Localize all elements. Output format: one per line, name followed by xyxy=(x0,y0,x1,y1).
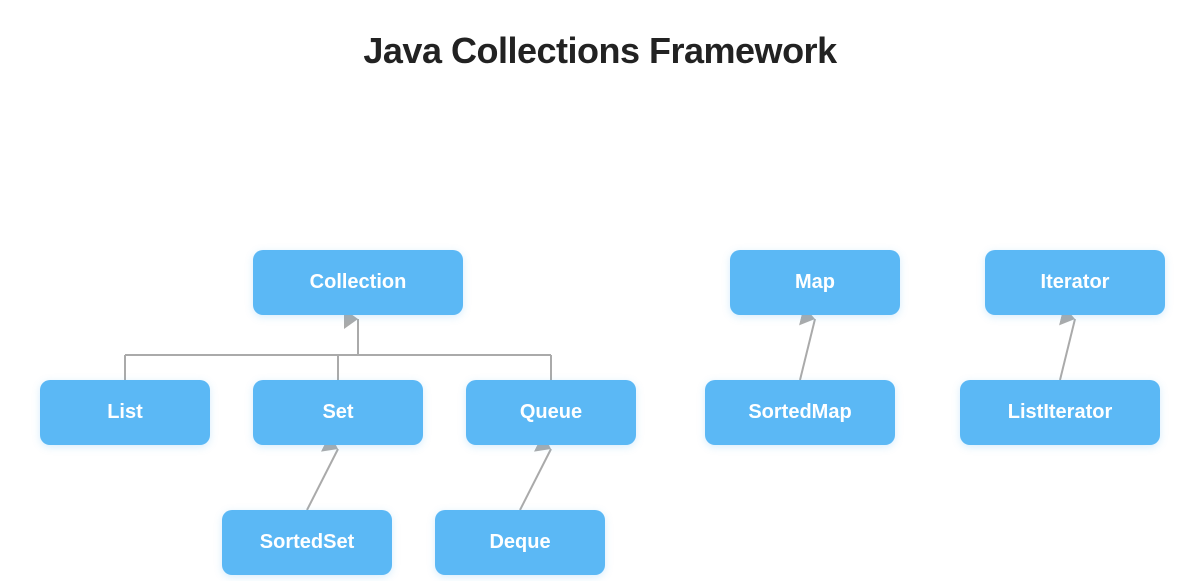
node-sortedmap: SortedMap xyxy=(705,380,895,445)
node-iterator: Iterator xyxy=(985,250,1165,315)
diagram-area: Collection List Set Queue SortedSet Deque Map S… xyxy=(0,110,1200,581)
node-collection: Collection xyxy=(253,250,463,315)
node-list: List xyxy=(40,380,210,445)
node-sortedset: SortedSet xyxy=(222,510,392,575)
node-deque: Deque xyxy=(435,510,605,575)
page-title: Java Collections Framework xyxy=(0,0,1200,72)
node-queue: Queue xyxy=(466,380,636,445)
node-map: Map xyxy=(730,250,900,315)
node-listiterator: ListIterator xyxy=(960,380,1160,445)
node-set: Set xyxy=(253,380,423,445)
page: Java Collections Framework Collection Lis… xyxy=(0,0,1200,581)
